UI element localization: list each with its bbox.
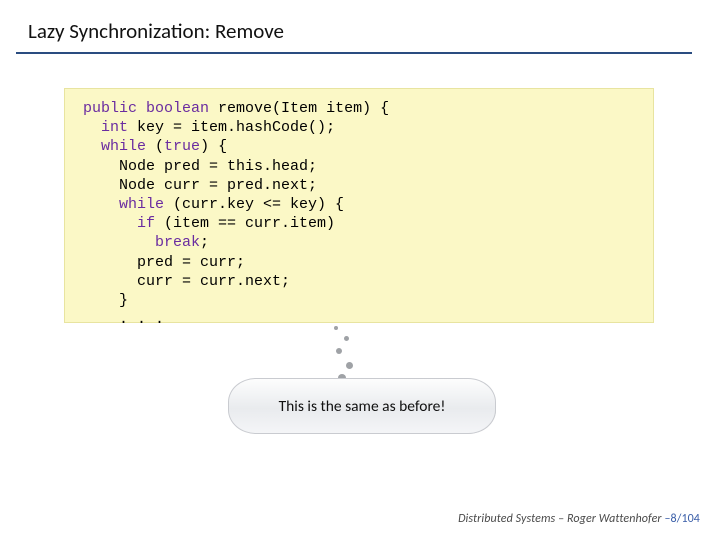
code-text: pred = curr; (83, 254, 245, 271)
code-text: remove(Item item) { (209, 100, 389, 117)
kw-while: while (101, 138, 146, 155)
title-underline (16, 52, 692, 54)
kw-public: public (83, 100, 137, 117)
callout-bubble: This is the same as before! (228, 378, 496, 434)
kw-while: while (119, 196, 164, 213)
code-text: key = item.hashCode(); (128, 119, 335, 136)
kw-break: break (155, 234, 200, 251)
code-text: } (83, 292, 128, 309)
code-text: (item == curr.item) (155, 215, 335, 232)
code-text: Node pred = this.head; (83, 158, 317, 175)
slide-title: Lazy Synchronization: Remove (0, 0, 720, 52)
kw-boolean: boolean (146, 100, 209, 117)
code-text: ) { (200, 138, 227, 155)
code-text: ( (146, 138, 164, 155)
footer-course: Distributed Systems (458, 512, 555, 526)
code-text: Node curr = pred.next; (83, 177, 317, 194)
code-text: ; (200, 234, 209, 251)
footer-sep: – (555, 512, 567, 526)
code-block: public boolean remove(Item item) { int k… (64, 88, 654, 323)
kw-true: true (164, 138, 200, 155)
code-text: (curr.key <= key) { (164, 196, 344, 213)
footer-author: Roger Wattenhofer (567, 512, 662, 526)
footer-page: 8/104 (671, 512, 700, 526)
kw-int: int (101, 119, 128, 136)
callout-text: This is the same as before! (279, 397, 446, 416)
code-text: curr = curr.next; (83, 273, 290, 290)
code-text: . . . (83, 311, 164, 328)
slide-footer: Distributed Systems – Roger Wattenhofer … (458, 512, 700, 526)
kw-if: if (137, 215, 155, 232)
footer-dash: – (662, 512, 671, 526)
thought-trail-icon (332, 326, 356, 384)
